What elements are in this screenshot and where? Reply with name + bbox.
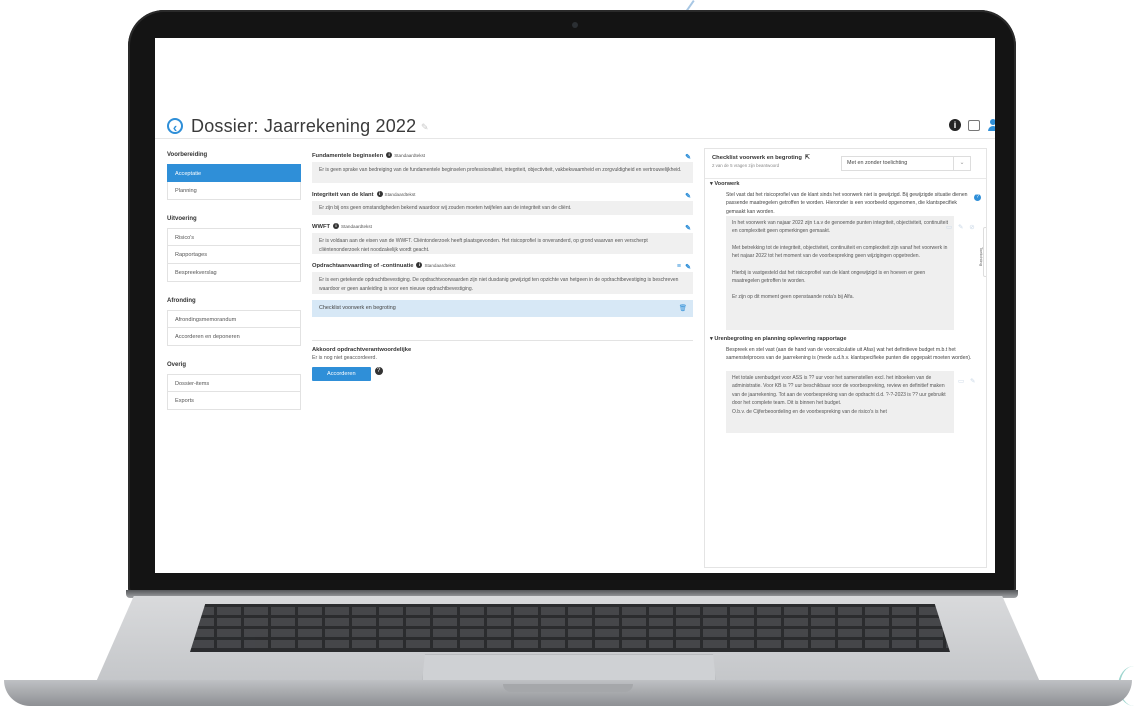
trash-icon[interactable]: 🗑 xyxy=(679,300,687,317)
sidebar-item-exports[interactable]: Exports xyxy=(167,392,301,410)
block-title: Integriteit van de klant xyxy=(312,192,374,198)
block-title: Opdrachtaanvaarding of -continuatie xyxy=(312,263,414,269)
block-text[interactable]: Er is een getekende opdrachtbevestiging.… xyxy=(312,272,693,294)
help-icon[interactable]: ? xyxy=(974,194,981,201)
sidebar-item-dossier-items[interactable]: Dossier-items xyxy=(167,374,301,392)
toelichting-label: Toelichting xyxy=(978,247,984,266)
toelichting-tab[interactable]: ‹ Toelichting xyxy=(979,227,987,277)
block-header: Opdrachtaanvaarding of -continuatie i Stan… xyxy=(312,260,693,272)
help-icon[interactable]: ? xyxy=(374,366,383,375)
section-divider xyxy=(312,340,693,341)
answer-paragraph: Hierbij is vastgesteld dat het risicopro… xyxy=(732,269,926,285)
paperclip-icon[interactable]: ✎ xyxy=(685,262,691,274)
paperclip-icon[interactable]: ✎ xyxy=(685,191,691,203)
info-icon[interactable]: i xyxy=(376,191,383,198)
paperclip-icon[interactable]: ✎ xyxy=(685,223,691,235)
info-icon[interactable]: i xyxy=(333,223,340,230)
approval-title: Akkoord opdrachtverantwoordelijke xyxy=(312,347,412,353)
sidebar: Voorbereiding Acceptatie Planning Uitvoe… xyxy=(167,150,301,410)
view-select-value: Met en zonder toelichting xyxy=(847,160,908,166)
webcam xyxy=(572,22,578,28)
info-icon[interactable]: i xyxy=(416,262,423,269)
sidebar-item-risicos[interactable]: Risico's xyxy=(167,228,301,246)
page-title: Dossier: Jaarrekening 2022 xyxy=(191,116,417,136)
standard-text-label: Standaardtekst xyxy=(341,224,372,229)
keyboard xyxy=(190,604,950,652)
checklist-panel: Checklist voorwerk en begroting ⇱ 2 van d… xyxy=(704,148,987,568)
section-toggle-voorwerk[interactable]: ▾ Voorwerk xyxy=(710,181,739,187)
answer-text[interactable]: In het voorwerk van najaar 2022 zijn t.a… xyxy=(726,216,954,330)
sidebar-section-title: Uitvoering xyxy=(167,216,197,222)
info-icon[interactable]: i xyxy=(386,152,393,159)
info-icon[interactable]: i xyxy=(949,119,961,131)
back-icon[interactable]: ‹ xyxy=(167,118,183,135)
comment-icon[interactable]: ▭ ✎ ⊘ xyxy=(946,223,977,231)
sidebar-item-accorderen-en-deponeren[interactable]: Accorderen en deponeren xyxy=(167,328,301,346)
sidebar-item-acceptatie[interactable]: Acceptatie xyxy=(167,164,301,182)
sidebar-item-afrondingsmemorandum[interactable]: Afrondingsmemorandum xyxy=(167,310,301,328)
trackpad xyxy=(422,654,716,682)
block-header: Fundamentele beginselen i Standaardtekst ✎ xyxy=(312,150,693,162)
view-select[interactable]: Met en zonder toelichting ⌄ xyxy=(841,156,971,171)
checklist-row-label: Checklist voorwerk en begroting xyxy=(319,305,396,311)
panel-divider xyxy=(705,178,986,179)
sidebar-section-title: Afronding xyxy=(167,298,196,304)
header-divider xyxy=(155,138,995,139)
block-text[interactable]: Er is geen sprake van bedreiging van de … xyxy=(312,162,693,183)
sidebar-item-planning[interactable]: Planning xyxy=(167,182,301,200)
acceptance-content: Fundamentele beginselen i Standaardtekst ✎… xyxy=(312,150,693,381)
app-header: ‹ Dossier: Jaarrekening 2022 ✎ i ! xyxy=(167,116,995,144)
checklist-row[interactable]: Checklist voorwerk en begroting 🗑 xyxy=(312,300,693,317)
block-header: WWFT i Standaardtekst ✎ xyxy=(312,221,693,233)
accorderen-button[interactable]: Accorderen xyxy=(312,367,371,381)
sidebar-item-rapportages[interactable]: Rapportages xyxy=(167,246,301,264)
share-icon[interactable]: ⇱ xyxy=(805,155,810,161)
pencil-icon[interactable]: ✎ xyxy=(421,122,429,133)
laptop-notch xyxy=(503,684,633,692)
block-text[interactable]: Er is voldaan aan de eisen van de WWFT. … xyxy=(312,233,693,254)
block-title: WWFT xyxy=(312,224,331,230)
section-toggle-urenbegroting[interactable]: ▾ Urenbegroting en planning oplevering r… xyxy=(710,336,846,342)
sidebar-item-bespreekverslag[interactable]: Bespreekverslag xyxy=(167,264,301,282)
standard-text-label: Standaardtekst xyxy=(384,192,416,197)
answer-paragraph: Er zijn op dit moment geen openstaande n… xyxy=(732,294,854,301)
checklist-progress: 2 van de 5 vragen zijn beantwoord xyxy=(712,163,780,168)
chevron-left-icon: ‹ xyxy=(986,230,987,236)
checklist-title: Checklist voorwerk en begroting ⇱ xyxy=(712,155,810,161)
question-text: Stel vast dat het risicoprofiel van de k… xyxy=(726,192,968,215)
sidebar-section-title: Voorbereiding xyxy=(167,152,208,158)
chevron-down-icon: ⌄ xyxy=(953,157,970,170)
laptop-screen: ‹ Dossier: Jaarrekening 2022 ✎ i ! Voorb… xyxy=(155,38,995,573)
block-header: Integriteit van de klant i Standaardtekst … xyxy=(312,189,693,201)
standard-text-label: Standaardtekst xyxy=(394,153,426,158)
user-alert-icon[interactable]: ! xyxy=(988,118,995,132)
comment-icon[interactable]: ▭ ✎ xyxy=(958,377,977,385)
standard-text-label: Standaardtekst xyxy=(424,263,456,268)
answer-paragraph: Met betrekking tot de integriteit, objec… xyxy=(732,244,948,260)
answer-paragraph: O.b.v. de Cijferbeoordeling en de voorbe… xyxy=(732,408,887,415)
sidebar-section-title: Overig xyxy=(167,362,187,368)
list-icon[interactable]: ≡ xyxy=(677,261,681,273)
answer-paragraph: In het voorwerk van najaar 2022 zijn t.a… xyxy=(732,220,948,235)
block-title: Fundamentele beginselen xyxy=(312,153,384,159)
paperclip-icon[interactable]: ✎ xyxy=(685,152,691,164)
lock-icon[interactable] xyxy=(968,120,980,131)
question-text: Bespreek en stel vast (aan de hand van d… xyxy=(726,347,972,362)
block-text[interactable]: Er zijn bij ons geen omstandigheden beke… xyxy=(312,201,693,215)
answer-text[interactable]: Het totale urenbudget voor ASS is ?? uur… xyxy=(726,371,954,433)
answer-paragraph: Het totale urenbudget voor ASS is ?? uur… xyxy=(732,375,946,407)
